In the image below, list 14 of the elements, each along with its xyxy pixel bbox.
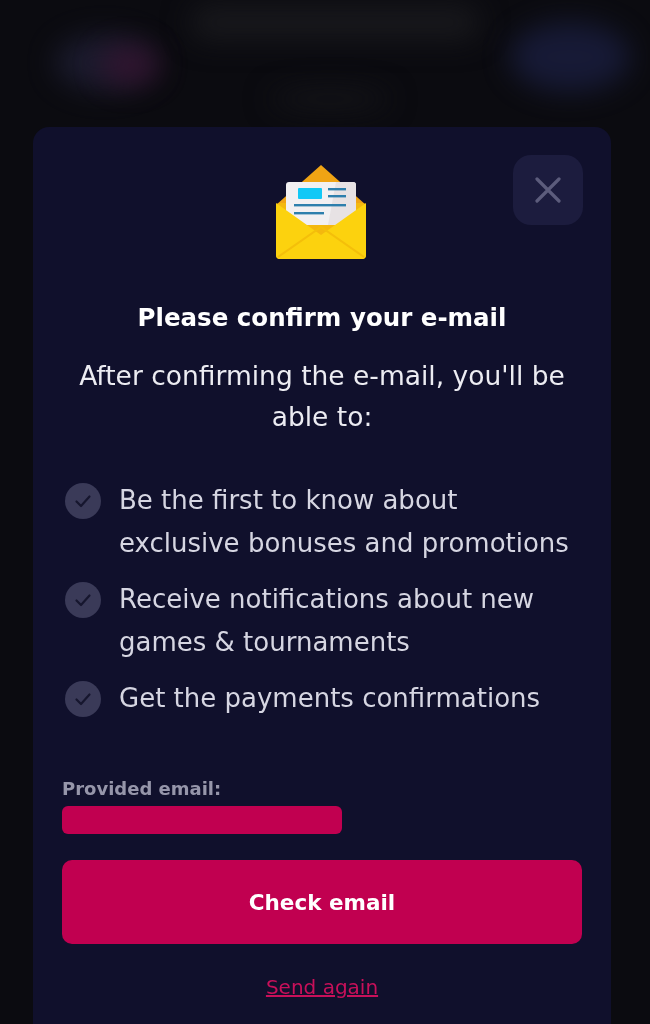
open-envelope-icon xyxy=(276,165,366,259)
close-button[interactable] xyxy=(513,155,583,225)
email-label: Provided email: xyxy=(62,778,222,800)
benefit-text: Receive notifications about new games & tournaments xyxy=(119,583,536,659)
dialog-subtitle: After confirming the e-mail, you'll be able to: xyxy=(78,359,566,434)
close-icon xyxy=(535,177,561,203)
dialog-title: Please confirm your e-mail xyxy=(137,303,507,333)
send-again-link[interactable]: Send again xyxy=(265,975,379,999)
check-circle-icon xyxy=(65,681,101,717)
check-email-button[interactable]: Check email xyxy=(62,860,582,944)
check-circle-icon xyxy=(65,582,101,618)
benefit-text: Be the first to know about exclusive bonuses and promotions xyxy=(119,484,570,560)
check-circle-icon xyxy=(65,483,101,519)
benefit-text: Get the payments confirmations xyxy=(119,682,541,715)
